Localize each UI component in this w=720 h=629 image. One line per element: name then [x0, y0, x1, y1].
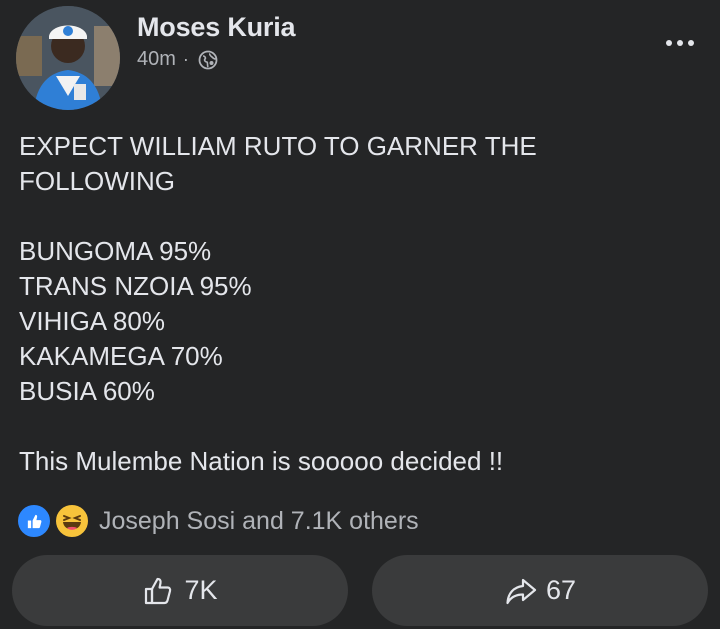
- haha-icon: [54, 503, 90, 539]
- post-line: VIHIGA 80%: [19, 306, 165, 336]
- more-dot-icon: [688, 40, 694, 46]
- post-line-blank: [19, 409, 699, 444]
- post-meta: 40m ·: [137, 48, 218, 71]
- post-line: This Mulembe Nation is sooooo decided !!: [19, 446, 504, 476]
- share-arrow-icon: [506, 578, 537, 604]
- reactions-text[interactable]: Joseph Sosi and 7.1K others: [99, 507, 419, 536]
- post-line: EXPECT WILLIAM RUTO TO GARNER THE: [19, 131, 537, 161]
- share-button[interactable]: 67: [372, 555, 708, 626]
- author-name[interactable]: Moses Kuria: [137, 12, 296, 43]
- thumbs-up-icon: [145, 577, 172, 604]
- more-options-button[interactable]: [666, 40, 694, 46]
- like-count: 7K: [184, 575, 218, 605]
- post-line: BUSIA 60%: [19, 376, 155, 406]
- like-icon: [16, 503, 52, 539]
- post-line-blank: [19, 199, 699, 234]
- more-dot-icon: [677, 40, 683, 46]
- reaction-icons: [16, 503, 94, 539]
- globe-icon[interactable]: [198, 50, 218, 70]
- post-line: KAKAMEGA 70%: [19, 341, 223, 371]
- post-time[interactable]: 40m: [137, 48, 176, 71]
- post-text: EXPECT WILLIAM RUTO TO GARNER THE FOLLOW…: [19, 129, 699, 479]
- post-line: TRANS NZOIA 95%: [19, 271, 252, 301]
- facebook-post: Moses Kuria 40m · EXPECT WILLIAM RUTO TO…: [0, 0, 720, 629]
- reactions-summary[interactable]: Joseph Sosi and 7.1K others: [16, 503, 419, 539]
- avatar[interactable]: [16, 6, 120, 110]
- more-dot-icon: [666, 40, 672, 46]
- post-line: BUNGOMA 95%: [19, 236, 212, 266]
- profile-photo: [16, 6, 120, 110]
- action-bar: 7K 67: [12, 555, 708, 626]
- post-line: FOLLOWING: [19, 166, 176, 196]
- meta-separator: ·: [182, 49, 189, 69]
- share-count: 67: [545, 575, 577, 605]
- like-button[interactable]: 7K: [12, 555, 348, 626]
